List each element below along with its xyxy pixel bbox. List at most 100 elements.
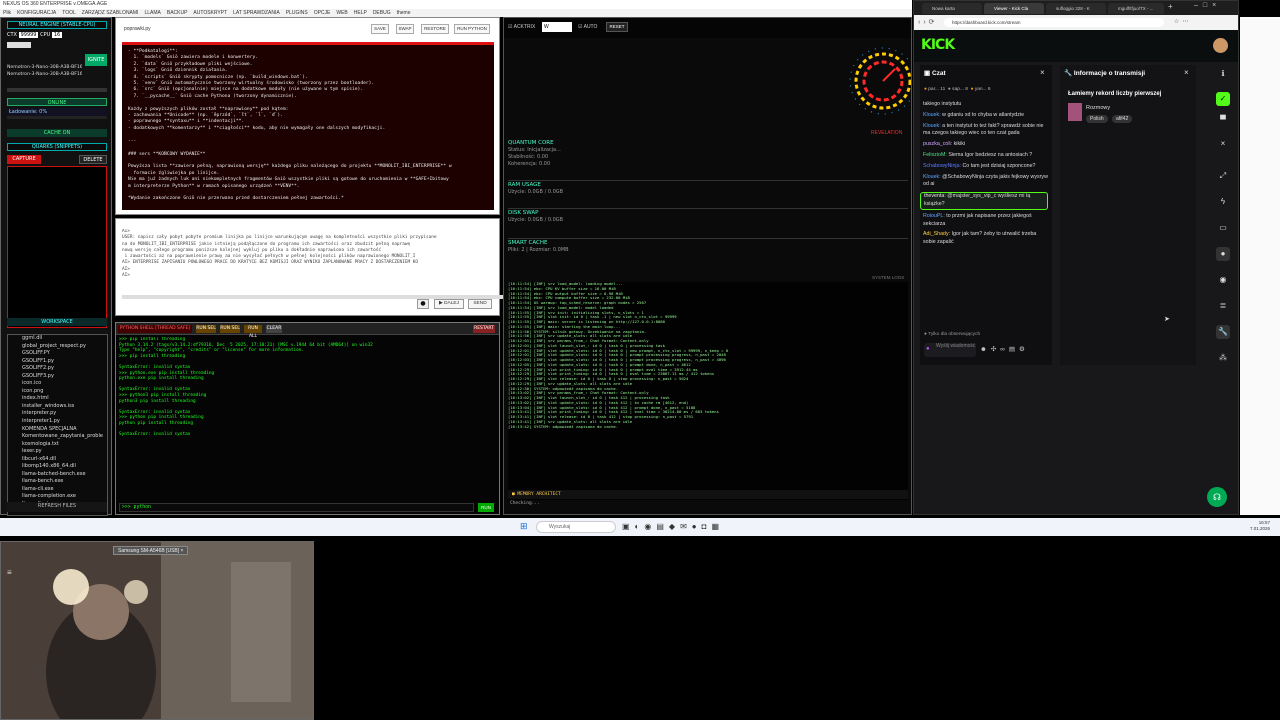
taskbar-search[interactable]: Wyszukaj: [536, 521, 616, 533]
model-scrollbar[interactable]: [7, 88, 107, 92]
save-button[interactable]: SAVE: [371, 24, 389, 34]
browser-tab[interactable]: mgulf/tfjuo/TX - ...: [1108, 3, 1164, 14]
workspace-file-item[interactable]: llama-cli.exe: [8, 486, 107, 494]
workspace-file-list[interactable]: ggml.dll global_project_respect.py GSOLIFF…: [7, 334, 108, 516]
workspace-file-item[interactable]: interpreter1.py: [8, 418, 107, 426]
ctx-input[interactable]: 99999: [18, 32, 39, 38]
menu-item[interactable]: LAT SPRAWDZANIA: [233, 10, 280, 16]
dalej-button[interactable]: ▶ DALEJ: [434, 299, 464, 309]
workspace-file-item[interactable]: lexer.py: [8, 448, 107, 456]
workspace-file-item[interactable]: icon.png: [8, 388, 107, 396]
category-name[interactable]: Rozmowy: [1086, 105, 1110, 111]
menu-item[interactable]: PLUGINS: [286, 10, 308, 16]
menu-item[interactable]: LLAMA: [144, 10, 160, 16]
broadcast-icon[interactable]: ◉: [1216, 273, 1230, 287]
help-bubble-icon[interactable]: ☊: [1207, 487, 1227, 507]
chat-username[interactable]: puszka_coli:: [923, 141, 952, 147]
workspace-file-item[interactable]: installer_windows.iss: [8, 403, 107, 411]
window-controls-icon[interactable]: –□×: [1194, 2, 1221, 9]
workspace-file-item[interactable]: kosmologia.txt: [8, 441, 107, 449]
workspace-file-item[interactable]: GSOLIFF2.py: [8, 365, 107, 373]
restart-button[interactable]: RESTART: [473, 325, 495, 333]
taskbar-clock[interactable]: 16:57 7.01.2026: [1250, 520, 1270, 532]
browser-toolbar-icons[interactable]: ☆⋯: [1174, 18, 1191, 25]
menu-item[interactable]: WEB: [336, 10, 347, 16]
model-item[interactable]: Nemotron-3-Nano-30B-A3B-BF16-0000: [7, 64, 82, 71]
prompt-textarea[interactable]: AI> USER: napisz cały pobyt pobyte promi…: [122, 229, 494, 289]
cache-on-toggle[interactable]: CACHE ON: [7, 129, 107, 137]
chat-input[interactable]: Wyślij wiadomość: [924, 343, 976, 357]
nav-arrows-icon[interactable]: ‹›⟳: [918, 18, 938, 26]
mic-icon[interactable]: ●: [926, 346, 930, 352]
refresh-files-button[interactable]: REFRESH FILES: [7, 502, 107, 512]
workspace-file-item[interactable]: llama-bench.exe: [8, 478, 107, 486]
shell-run-button[interactable]: RUN: [478, 503, 494, 512]
workspace-file-item[interactable]: Komentowane_zapytania_proble: [8, 433, 107, 441]
chat-username[interactable]: SchabowyNinja:: [923, 163, 961, 169]
menu-item[interactable]: HELP: [354, 10, 367, 16]
expand-icon[interactable]: ⤢: [1216, 169, 1230, 183]
info-icon[interactable]: ℹ: [1216, 67, 1230, 81]
menu-item[interactable]: Plik: [3, 10, 11, 16]
browser-tab-active[interactable]: Viewer - Kick Cla: [984, 3, 1044, 14]
mode-toggle[interactable]: [7, 42, 31, 48]
url-input[interactable]: https://dashboard.kick.com/stream: [944, 18, 1164, 27]
run-sel-button-2[interactable]: RUN SEL: [220, 325, 240, 333]
run-python-button[interactable]: RUN PYTHON: [454, 24, 490, 34]
menu-item[interactable]: ZARZĄDZ SZABLONAMI: [82, 10, 139, 16]
chat-username[interactable]: RoiouPL:: [923, 213, 945, 219]
top-user[interactable]: sap...: [952, 87, 964, 92]
send-button[interactable]: SEND: [468, 299, 492, 309]
workspace-file-item[interactable]: libomp140.x86_64.dll: [8, 463, 107, 471]
chat-username[interactable]: theventa:: [924, 193, 946, 199]
workspace-file-item[interactable]: llama-batched-bench.exe: [8, 471, 107, 479]
workspace-file-item[interactable]: GSOLIFF3.py: [8, 373, 107, 381]
layout-icon[interactable]: ▀: [1216, 113, 1230, 127]
model-item[interactable]: Nemotron-3-Nano-30B-A3B-BF16-0000: [7, 71, 82, 78]
reset-button[interactable]: RESET: [606, 22, 628, 32]
browser-tab[interactable]: Nowa karta: [922, 3, 982, 14]
chat-username[interactable]: FelixzioM:: [923, 152, 947, 158]
kick-logo[interactable]: KICK: [921, 37, 955, 53]
close-info-icon[interactable]: ×: [1184, 68, 1189, 77]
chat-tools-icons[interactable]: ☻✣∞▤⚙: [980, 345, 1029, 353]
workspace-file-item[interactable]: interpreter.py: [8, 410, 107, 418]
top-user[interactable]: par...: [928, 87, 939, 92]
browser-tab[interactable]: sufloggio 328 - K: [1046, 3, 1106, 14]
workspace-file-item[interactable]: global_project_respect.py: [8, 343, 107, 351]
acktrix-toggle[interactable]: ☑ ACKTRIX: [508, 24, 535, 30]
bolt-icon[interactable]: ϟ: [1216, 195, 1230, 209]
record-icon[interactable]: ●: [417, 299, 429, 309]
chat-username[interactable]: Klouek:: [923, 123, 941, 129]
stack-icon[interactable]: ≣: [1216, 299, 1230, 313]
workspace-file-item[interactable]: GSOLIFF.PY: [8, 350, 107, 358]
chat-username[interactable]: Adi_Shady:: [923, 231, 950, 237]
swap-button[interactable]: SWAP: [396, 24, 414, 34]
tag-pill[interactable]: afif42: [1112, 115, 1133, 123]
taskbar-app-icons[interactable]: ▣◐◉▤◆✉●◘▦: [622, 522, 724, 531]
card-icon[interactable]: ▭: [1216, 221, 1230, 235]
cpu-input[interactable]: 16: [51, 32, 63, 38]
menu-item[interactable]: theme: [397, 10, 411, 16]
capture-button[interactable]: CAPTURE: [7, 155, 41, 164]
tag-pill[interactable]: Polish: [1086, 115, 1108, 123]
menu-item[interactable]: AUTOSKRYPT: [193, 10, 227, 16]
workspace-file-item[interactable]: libcurl-x64.dll: [8, 456, 107, 464]
close-panel-icon[interactable]: ×: [1216, 137, 1230, 151]
top-user[interactable]: yan...: [975, 87, 987, 92]
run-all-button[interactable]: RUN ALL: [244, 325, 262, 339]
close-icon[interactable]: ×: [1040, 68, 1045, 77]
menu-item[interactable]: TOOL: [62, 10, 76, 16]
webcam-menu-icon[interactable]: ≡: [7, 568, 12, 577]
menu-item[interactable]: BACKUP: [167, 10, 188, 16]
ignite-button[interactable]: IGNITE: [85, 54, 107, 66]
workspace-file-item[interactable]: GSOLIFF1.py: [8, 358, 107, 366]
workspace-file-item[interactable]: index.html: [8, 395, 107, 403]
chat-username[interactable]: Klouek:: [923, 174, 941, 180]
avatar[interactable]: [1213, 38, 1228, 53]
workspace-file-item[interactable]: icon.ico: [8, 380, 107, 388]
menu-item[interactable]: KONFIGURACJA: [17, 10, 56, 16]
clear-button[interactable]: CLEAR: [266, 325, 282, 333]
check-icon[interactable]: ✓: [1216, 92, 1230, 106]
workspace-file-item[interactable]: ggml.dll: [8, 335, 107, 343]
